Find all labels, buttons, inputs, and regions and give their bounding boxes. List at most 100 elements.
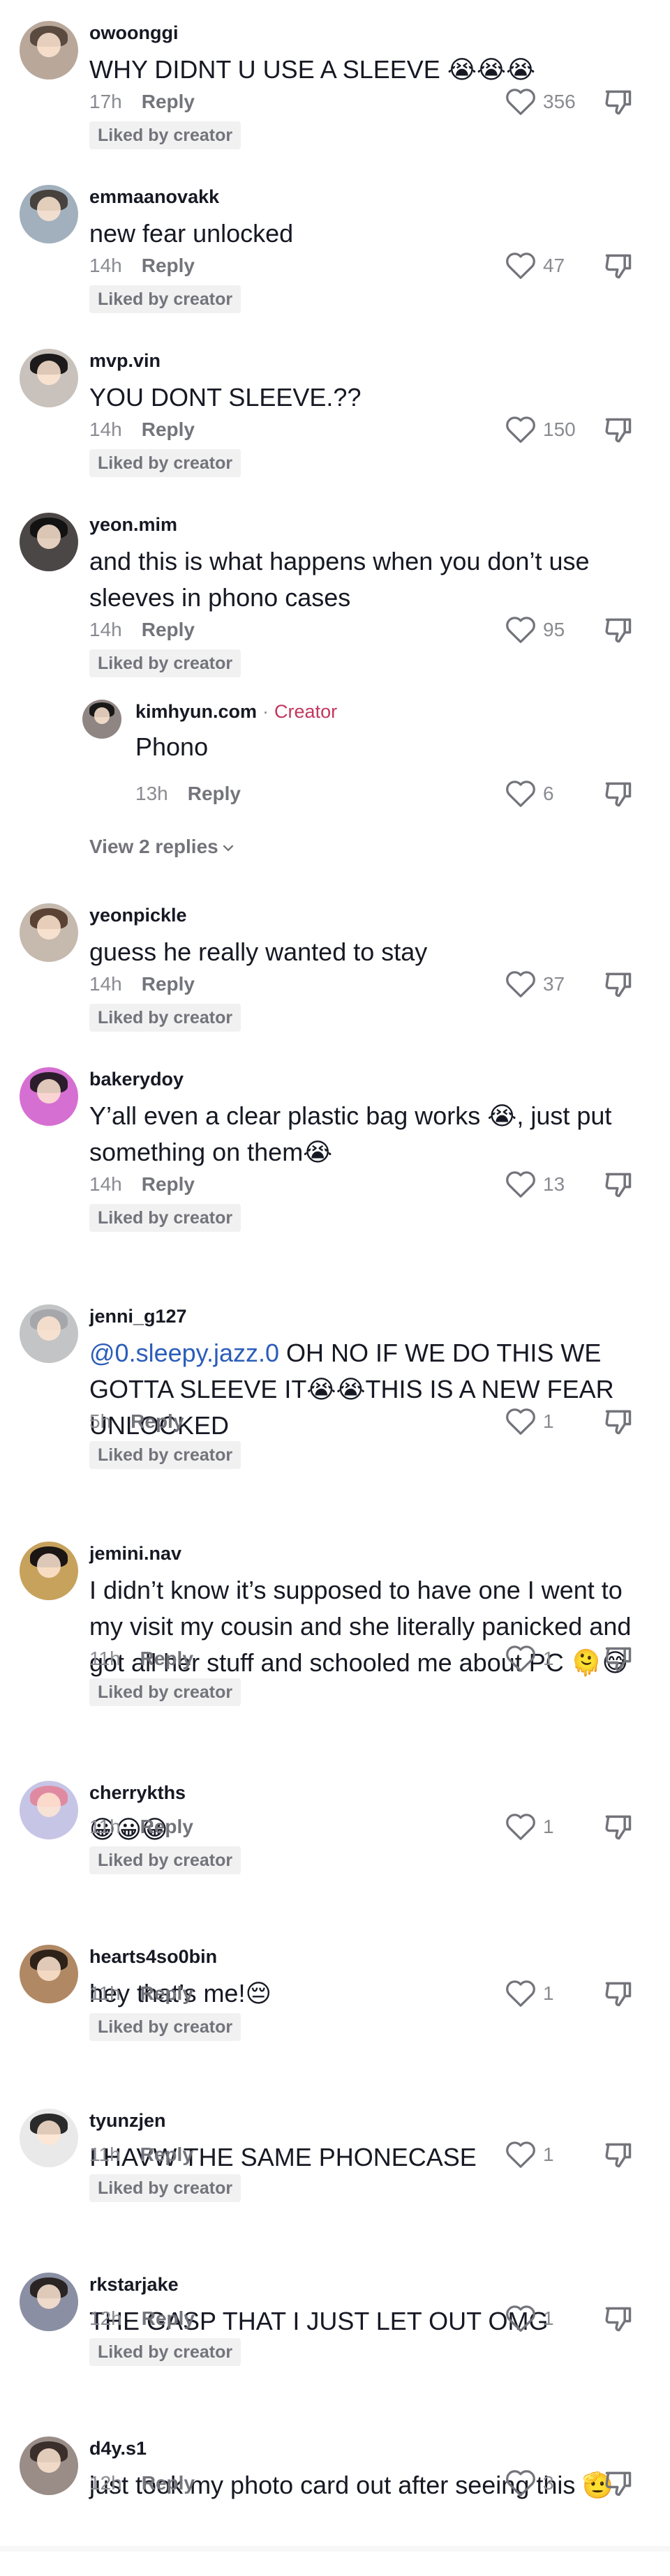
heart-icon[interactable]	[505, 1408, 536, 1436]
username[interactable]: rkstarjake	[89, 2274, 179, 2296]
view-replies-label[interactable]: View 2 replies	[89, 836, 218, 857]
avatar[interactable]	[20, 2273, 78, 2331]
avatar[interactable]	[20, 2109, 78, 2167]
dislike-icon[interactable]	[603, 1406, 634, 1437]
avatar[interactable]	[20, 2436, 78, 2495]
heart-icon[interactable]	[505, 416, 536, 444]
username[interactable]: owoonggi	[89, 22, 178, 44]
reply-button[interactable]: Reply	[142, 2469, 195, 2497]
reply-button[interactable]: Reply	[140, 1980, 193, 2008]
avatar[interactable]	[20, 21, 78, 80]
liked-by-creator-badge: Liked by creator	[89, 1204, 241, 1232]
reply-button[interactable]: Reply	[140, 2141, 193, 2169]
avatar[interactable]	[20, 903, 78, 962]
dislike-icon[interactable]	[603, 250, 634, 281]
like-group: 1	[505, 1645, 634, 1673]
reply-button[interactable]: Reply	[142, 416, 195, 444]
avatar[interactable]	[20, 185, 78, 243]
heart-icon[interactable]	[505, 252, 536, 280]
reply-button[interactable]: Reply	[131, 1408, 184, 1436]
avatar[interactable]	[20, 349, 78, 407]
username[interactable]: hearts4so0bin	[89, 1946, 217, 1968]
heart-icon[interactable]	[505, 2305, 536, 2333]
username-text[interactable]: owoonggi	[89, 22, 178, 43]
heart-icon[interactable]	[505, 1980, 536, 2008]
username[interactable]: cherrykths	[89, 1782, 186, 1804]
username-text[interactable]: bakerydoy	[89, 1069, 184, 1090]
username[interactable]: bakerydoy	[89, 1069, 184, 1090]
dislike-icon[interactable]	[603, 2303, 634, 2334]
avatar[interactable]	[20, 1781, 78, 1839]
view-replies-button[interactable]: View 2 replies	[89, 836, 234, 858]
dislike-icon[interactable]	[603, 1169, 634, 1200]
avatar[interactable]	[82, 700, 121, 739]
dislike-icon[interactable]	[603, 2139, 634, 2170]
username[interactable]: yeon.mim	[89, 514, 177, 536]
comment-meta: 14h Reply 37	[89, 970, 634, 998]
username[interactable]: jenni_g127	[89, 1306, 187, 1327]
dislike-icon[interactable]	[603, 1643, 634, 1674]
heart-icon[interactable]	[505, 2469, 536, 2497]
dislike-icon[interactable]	[603, 1812, 634, 1842]
reply-button[interactable]: Reply	[140, 1813, 193, 1841]
username-text[interactable]: yeonpickle	[89, 905, 187, 926]
reply-button[interactable]: Reply	[142, 2305, 195, 2333]
username-text[interactable]: hearts4so0bin	[89, 1946, 217, 1967]
comment-meta: 14h Reply 95	[89, 616, 634, 644]
timestamp: 14h	[89, 619, 122, 640]
dislike-icon[interactable]	[603, 86, 634, 117]
username[interactable]: kimhyun.com · Creator	[135, 701, 337, 723]
username[interactable]: mvp.vin	[89, 350, 161, 372]
reply-button[interactable]: Reply	[188, 780, 241, 808]
heart-icon[interactable]	[505, 616, 536, 644]
avatar[interactable]	[20, 1067, 78, 1126]
heart-icon[interactable]	[505, 88, 536, 116]
avatar-face-shape	[37, 196, 61, 222]
heart-icon[interactable]	[505, 2141, 536, 2169]
username-text[interactable]: cherrykths	[89, 1782, 186, 1803]
username-text[interactable]: tyunzjen	[89, 2110, 166, 2131]
timestamp: 14h	[89, 255, 122, 276]
avatar[interactable]	[20, 1304, 78, 1363]
username-text[interactable]: yeon.mim	[89, 514, 177, 535]
avatar[interactable]	[20, 513, 78, 571]
reply-button[interactable]: Reply	[142, 616, 195, 644]
username-text[interactable]: rkstarjake	[89, 2274, 179, 2295]
username[interactable]: tyunzjen	[89, 2110, 166, 2132]
username-text[interactable]: kimhyun.com	[135, 701, 257, 722]
dislike-icon[interactable]	[603, 2468, 634, 2499]
username-text[interactable]: d4y.s1	[89, 2438, 147, 2459]
avatar[interactable]	[20, 1542, 78, 1600]
heart-icon[interactable]	[505, 970, 536, 998]
heart-icon[interactable]	[505, 1170, 536, 1198]
dislike-icon[interactable]	[603, 615, 634, 645]
comment-text: Phono	[135, 729, 670, 765]
mention-link[interactable]: @0.sleepy.jazz.0	[89, 1339, 279, 1367]
reply-button[interactable]: Reply	[142, 88, 195, 116]
username[interactable]: yeonpickle	[89, 905, 187, 926]
reply-button[interactable]: Reply	[142, 252, 195, 280]
username[interactable]: jemini.nav	[89, 1543, 181, 1565]
reply-button[interactable]: Reply	[142, 1170, 195, 1198]
dislike-icon[interactable]	[603, 1978, 634, 2009]
username-text[interactable]: jenni_g127	[89, 1306, 187, 1327]
dislike-icon[interactable]	[603, 414, 634, 445]
username-text[interactable]: emmaanovakk	[89, 186, 219, 207]
reply-button[interactable]: Reply	[140, 1645, 193, 1673]
username[interactable]: d4y.s1	[89, 2438, 147, 2460]
reply-button[interactable]: Reply	[142, 970, 195, 998]
dislike-icon[interactable]	[603, 969, 634, 1000]
heart-icon[interactable]	[505, 780, 536, 808]
username-text[interactable]: mvp.vin	[89, 350, 161, 371]
like-group: 13	[505, 1170, 634, 1198]
username[interactable]: emmaanovakk	[89, 186, 219, 208]
like-count: 1	[543, 1410, 554, 1432]
username-text[interactable]: jemini.nav	[89, 1543, 181, 1564]
avatar-face-shape	[37, 1078, 61, 1104]
heart-icon[interactable]	[505, 1645, 536, 1673]
avatar[interactable]	[20, 1945, 78, 2003]
comment-text: and this is what happens when you don’t …	[89, 543, 634, 616]
heart-icon[interactable]	[505, 1813, 536, 1841]
dislike-icon[interactable]	[603, 778, 634, 809]
like-count: 356	[543, 91, 576, 112]
